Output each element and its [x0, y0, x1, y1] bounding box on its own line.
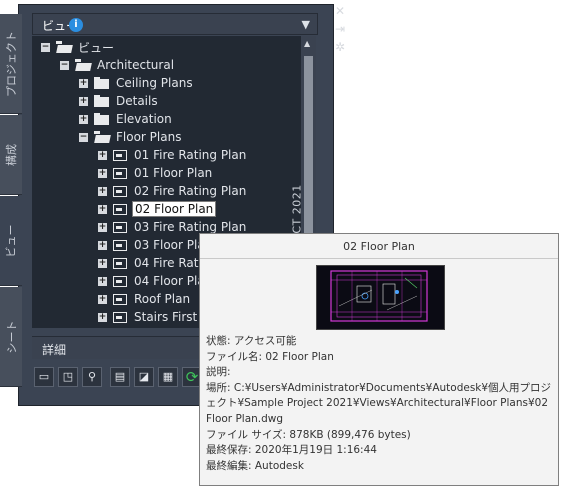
drawing-thumbnail: [316, 265, 445, 330]
properties-icon[interactable]: ▤: [110, 367, 130, 387]
expand-icon[interactable]: +: [98, 222, 107, 232]
tooltip-status: 状態: アクセス可能: [206, 335, 297, 347]
tab-project[interactable]: プロジェクト: [0, 14, 22, 114]
tooltip-filename: ファイル名: 02 Floor Plan: [206, 350, 334, 363]
view-icon: [113, 149, 127, 161]
view-icon: [113, 257, 127, 269]
tree-item-label: 02 Floor Plan: [132, 201, 217, 217]
scrollbar-thumb[interactable]: [304, 56, 313, 236]
tooltip-location: 場所: C:¥Users¥Administrator¥Documents¥Aut…: [206, 381, 552, 425]
tree-item-label: 01 Fire Rating Plan: [134, 148, 247, 162]
tree-item[interactable]: +04 Floor Plan: [98, 272, 214, 290]
folder-open-icon: [75, 59, 92, 71]
details-label: 詳細: [42, 343, 67, 357]
expand-icon[interactable]: +: [98, 168, 107, 178]
tree-item[interactable]: + Roof Plan: [98, 290, 192, 308]
view-icon: [113, 167, 127, 179]
expand-icon[interactable]: +: [98, 294, 107, 304]
xref-icon[interactable]: ▦: [158, 367, 178, 387]
tree-item-label: 03 Fire Rating Plan: [134, 220, 247, 234]
tree-item[interactable]: +01 Fire Rating Plan: [98, 146, 248, 164]
tab-sheets-label: シート: [5, 320, 18, 353]
view-tooltip: 02 Floor Plan 状態: アクセス可能 ファイル名: 02 Floor…: [199, 233, 559, 486]
tree-item-label: 01 Floor Plan: [134, 166, 213, 180]
tree-item-label: Architectural: [97, 58, 175, 72]
view-icon: [113, 293, 127, 305]
tree-item[interactable]: − Floor Plans: [79, 128, 183, 146]
tree-item[interactable]: − Architectural: [60, 56, 176, 74]
view-icon: [113, 239, 127, 251]
expand-icon[interactable]: +: [98, 204, 107, 214]
tab-views[interactable]: ビュー: [0, 196, 22, 286]
info-icon[interactable]: i: [69, 18, 83, 32]
tab-views-label: ビュー: [4, 224, 18, 257]
tree-item[interactable]: − ビュー: [41, 38, 116, 56]
expand-icon[interactable]: +: [98, 150, 107, 160]
folder-icon: [94, 95, 109, 107]
folder-icon: [94, 77, 109, 89]
tree-item-label: ビュー: [78, 40, 115, 55]
collapse-arrow-icon[interactable]: ▼: [302, 18, 310, 31]
layer-state-icon[interactable]: ◪: [134, 367, 154, 387]
view-icon: [113, 203, 127, 215]
new-section-icon[interactable]: ⚲: [82, 367, 102, 387]
tab-project-label: プロジェクト: [5, 30, 18, 97]
view-icon: [113, 275, 127, 287]
tooltip-edited: 最終編集: Autodesk: [206, 459, 304, 472]
expand-icon[interactable]: +: [79, 78, 88, 88]
tooltip-info: 状態: アクセス可能 ファイル名: 02 Floor Plan 説明: 場所: …: [206, 334, 554, 474]
expand-icon[interactable]: +: [98, 276, 107, 286]
expand-icon[interactable]: +: [98, 186, 107, 196]
tree-item[interactable]: + Elevation: [79, 110, 174, 128]
tree-item[interactable]: +02 Fire Rating Plan: [98, 182, 248, 200]
close-icon[interactable]: ✕: [333, 4, 347, 18]
view-icon: [113, 185, 127, 197]
scroll-up-icon[interactable]: ▲: [304, 39, 310, 48]
vertical-tab-strip: プロジェクト 構成 ビュー シート: [0, 0, 22, 406]
tab-constructs[interactable]: 構成: [0, 115, 22, 195]
new-callout-icon[interactable]: ◳: [58, 367, 78, 387]
tooltip-filesize: ファイル サイズ: 878KB (899,476 bytes): [206, 428, 411, 441]
tree-item[interactable]: + Details: [79, 92, 160, 110]
tooltip-saved: 最終保存: 2020年1月19日 1:16:44: [206, 444, 377, 457]
tree-item-label: 02 Fire Rating Plan: [134, 184, 247, 198]
tab-sheets[interactable]: シート: [0, 287, 22, 387]
tab-constructs-label: 構成: [5, 143, 18, 166]
expand-icon[interactable]: +: [98, 258, 107, 268]
tree-item-label: Roof Plan: [134, 292, 191, 306]
tree-item[interactable]: +02 Floor Plan: [98, 200, 217, 218]
expand-icon[interactable]: +: [79, 96, 88, 106]
tree-item-label: Elevation: [116, 112, 172, 126]
tree-item[interactable]: +03 Floor Plan: [98, 236, 214, 254]
tree-item-label: Floor Plans: [116, 130, 182, 144]
folder-icon: [94, 113, 109, 125]
view-icon: [113, 311, 127, 323]
tree-item-label: Details: [116, 94, 158, 108]
view-icon: [113, 221, 127, 233]
new-view-icon[interactable]: ▭: [34, 367, 54, 387]
tooltip-title: 02 Floor Plan: [343, 240, 415, 253]
tree-item[interactable]: + Ceiling Plans: [79, 74, 195, 92]
expand-icon[interactable]: +: [98, 312, 107, 322]
tooltip-description: 説明:: [206, 366, 231, 379]
tree-item-label: Ceiling Plans: [116, 76, 193, 90]
settings-icon[interactable]: ✲: [333, 40, 347, 54]
views-section-header[interactable]: ビュー i ▼: [32, 13, 318, 35]
expand-icon[interactable]: +: [79, 114, 88, 124]
tooltip-divider: [200, 258, 558, 259]
collapse-icon[interactable]: −: [79, 132, 88, 142]
collapse-icon[interactable]: −: [41, 42, 50, 52]
tree-item[interactable]: +01 Floor Plan: [98, 164, 214, 182]
collapse-icon[interactable]: −: [60, 60, 69, 70]
folder-open-icon: [94, 131, 111, 143]
expand-icon[interactable]: +: [98, 240, 107, 250]
folder-open-icon: [56, 41, 73, 53]
auto-hide-icon[interactable]: ⇥: [333, 22, 347, 36]
